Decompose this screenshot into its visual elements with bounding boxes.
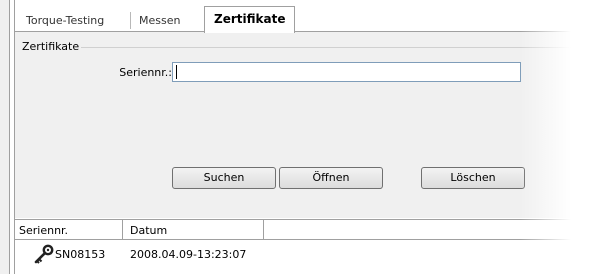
delete-button[interactable]: Löschen <box>421 167 525 189</box>
grid-header <box>15 219 593 240</box>
text-caret <box>176 65 177 79</box>
cell-date: 2008.04.09-13:23:07 <box>130 248 247 261</box>
serial-number-input[interactable] <box>172 62 521 82</box>
groupbox-border <box>32 47 593 48</box>
window-left-edge <box>0 0 9 274</box>
column-header-serial[interactable]: Seriennr. <box>19 224 68 237</box>
search-button[interactable]: Suchen <box>172 167 276 189</box>
serial-label: Seriennr.: <box>119 66 172 79</box>
key-icon <box>34 244 54 264</box>
tab-bar: Torque-Testing Messen Zertifikate <box>15 0 575 33</box>
tab-messen[interactable]: Messen <box>131 11 188 31</box>
groupbox-label: Zertifikate <box>20 40 82 53</box>
open-button[interactable]: Öffnen <box>279 167 383 189</box>
window-border <box>9 0 10 274</box>
tab-zertifikate[interactable]: Zertifikate <box>204 6 296 33</box>
right-edge-fade <box>520 0 593 274</box>
column-divider[interactable] <box>263 219 264 240</box>
column-divider[interactable] <box>122 219 123 240</box>
certificates-panel <box>15 32 593 218</box>
column-header-date[interactable]: Datum <box>130 224 167 237</box>
tab-torque-testing[interactable]: Torque-Testing <box>18 11 112 31</box>
cell-serial: SN08153 <box>55 248 106 261</box>
